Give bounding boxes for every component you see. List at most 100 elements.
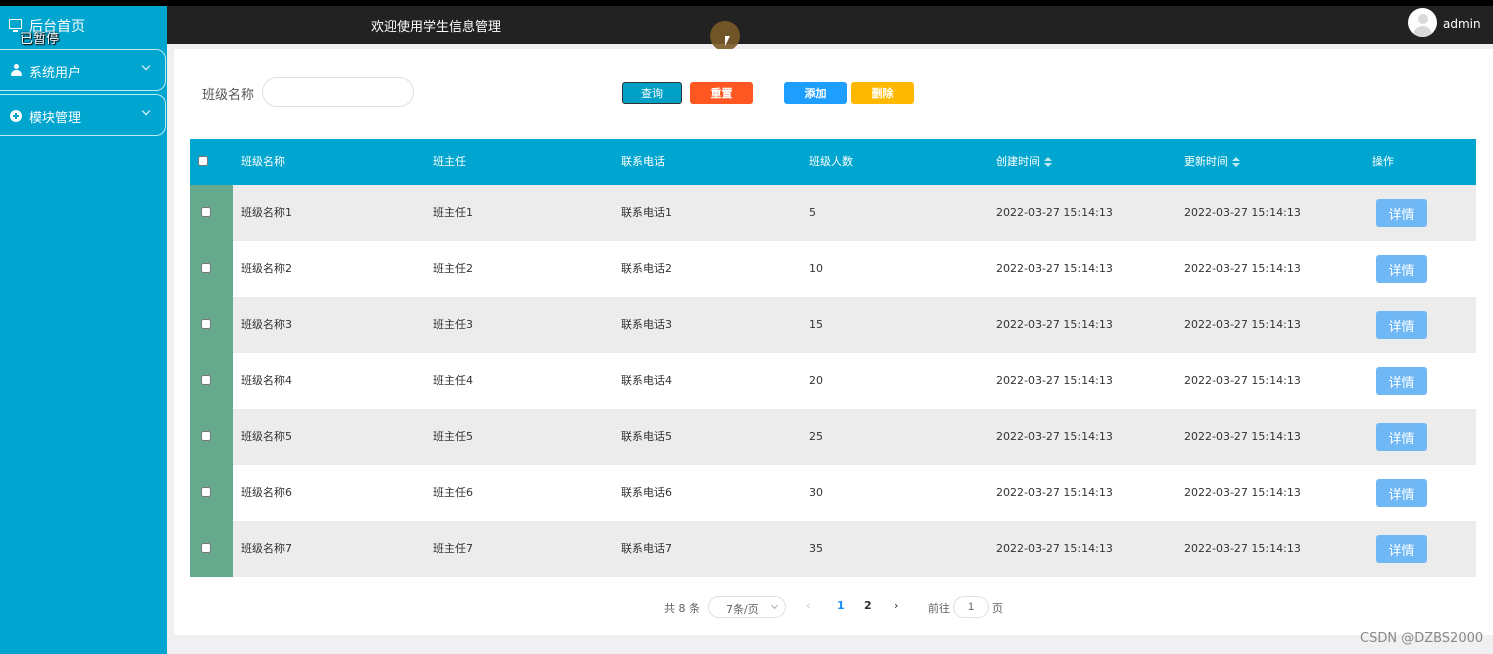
sidebar-item-module-management[interactable]: 模块管理 [0, 94, 166, 136]
table-header: 班级名称 班主任 联系电话 班级人数 创建时间 更新时间 操作 [190, 139, 1476, 185]
column-header-teacher: 班主任 [433, 155, 466, 168]
page-2-button[interactable]: 2 [864, 599, 872, 621]
table-row: 班级名称5 班主任5 联系电话5 25 2022-03-27 15:14:13 … [190, 409, 1476, 465]
detail-button[interactable]: 详情 [1376, 479, 1427, 507]
cell-created: 2022-03-27 15:14:13 [996, 542, 1113, 555]
sort-icon[interactable] [1232, 157, 1240, 167]
cell-created: 2022-03-27 15:14:13 [996, 262, 1113, 275]
row-checkbox[interactable] [201, 375, 211, 385]
row-checkbox[interactable] [201, 263, 211, 273]
sidebar-item-label: 系统用户 [29, 66, 82, 81]
table-row: 班级名称7 班主任7 联系电话7 35 2022-03-27 15:14:13 … [190, 521, 1476, 577]
detail-button[interactable]: 详情 [1376, 367, 1427, 395]
reset-button[interactable]: 重置 [690, 82, 753, 104]
sort-icon[interactable] [1044, 157, 1052, 167]
cell-updated: 2022-03-27 15:14:13 [1184, 262, 1301, 275]
page-1-button[interactable]: 1 [837, 599, 845, 621]
avatar[interactable] [1408, 8, 1437, 37]
search-label: 班级名称 [202, 88, 255, 103]
watermark: CSDN @DZBS2000 [1360, 631, 1484, 646]
cell-count: 15 [809, 318, 823, 331]
table-row: 班级名称3 班主任3 联系电话3 15 2022-03-27 15:14:13 … [190, 297, 1476, 353]
chevron-down-icon [141, 61, 151, 71]
column-header-updated[interactable]: 更新时间 [1184, 139, 1240, 185]
goto-label: 前往 [928, 602, 950, 615]
next-page-button[interactable]: › [894, 599, 898, 621]
mouse-cursor-icon [725, 36, 730, 46]
cell-phone: 联系电话2 [621, 262, 672, 275]
cell-phone: 联系电话4 [621, 374, 672, 387]
cell-updated: 2022-03-27 15:14:13 [1184, 318, 1301, 331]
column-header-created[interactable]: 创建时间 [996, 139, 1052, 185]
cell-teacher: 班主任5 [433, 430, 473, 443]
prev-page-button[interactable]: ‹ [806, 599, 810, 621]
detail-button[interactable]: 详情 [1376, 535, 1427, 563]
cell-updated: 2022-03-27 15:14:13 [1184, 542, 1301, 555]
detail-button[interactable]: 详情 [1376, 199, 1427, 227]
cell-updated: 2022-03-27 15:14:13 [1184, 430, 1301, 443]
cell-created: 2022-03-27 15:14:13 [996, 206, 1113, 219]
goto-page-input[interactable] [953, 596, 989, 618]
cell-updated: 2022-03-27 15:14:13 [1184, 206, 1301, 219]
page-size-value: 7条/页 [726, 603, 759, 616]
sidebar-item-system-users[interactable]: 系统用户 [0, 49, 166, 91]
sidebar: 后台首页 已暂停 系统用户 模块管理 [0, 6, 167, 654]
chevron-down-icon [141, 106, 151, 116]
cell-teacher: 班主任2 [433, 262, 473, 275]
username[interactable]: admin [1443, 17, 1481, 31]
row-checkbox[interactable] [201, 319, 211, 329]
cell-class-name: 班级名称2 [241, 262, 292, 275]
cell-created: 2022-03-27 15:14:13 [996, 318, 1113, 331]
cell-teacher: 班主任4 [433, 374, 473, 387]
chevron-down-icon [770, 601, 779, 610]
row-checkbox[interactable] [201, 207, 211, 217]
cell-teacher: 班主任1 [433, 206, 473, 219]
cell-phone: 联系电话1 [621, 206, 672, 219]
cell-created: 2022-03-27 15:14:13 [996, 430, 1113, 443]
row-checkbox[interactable] [201, 487, 211, 497]
top-header: 欢迎使用学生信息管理 admin [167, 6, 1493, 51]
pagination-total: 共 8 条 [664, 602, 700, 615]
cell-updated: 2022-03-27 15:14:13 [1184, 374, 1301, 387]
column-header-actions: 操作 [1372, 155, 1394, 168]
cell-count: 25 [809, 430, 823, 443]
sidebar-item-label: 模块管理 [29, 111, 82, 126]
table-row: 班级名称6 班主任6 联系电话6 30 2022-03-27 15:14:13 … [190, 465, 1476, 521]
query-button[interactable]: 查询 [622, 82, 682, 104]
cell-phone: 联系电话3 [621, 318, 672, 331]
detail-button[interactable]: 详情 [1376, 311, 1427, 339]
column-header-count: 班级人数 [809, 155, 853, 168]
cell-teacher: 班主任7 [433, 542, 473, 555]
page-suffix-label: 页 [992, 602, 1003, 615]
sidebar-home[interactable]: 后台首页 已暂停 [0, 6, 167, 47]
column-header-phone: 联系电话 [621, 155, 665, 168]
add-button[interactable]: 添加 [784, 82, 847, 104]
cell-phone: 联系电话7 [621, 542, 672, 555]
cell-phone: 联系电话6 [621, 486, 672, 499]
cell-class-name: 班级名称6 [241, 486, 292, 499]
cell-updated: 2022-03-27 15:14:13 [1184, 486, 1301, 499]
row-checkbox[interactable] [201, 431, 211, 441]
page-size-select[interactable]: 7条/页 [708, 596, 786, 618]
detail-button[interactable]: 详情 [1376, 255, 1427, 283]
cell-created: 2022-03-27 15:14:13 [996, 486, 1113, 499]
delete-button[interactable]: 删除 [851, 82, 914, 104]
class-name-search-input[interactable] [262, 77, 414, 107]
select-all-checkbox[interactable] [198, 156, 208, 166]
cell-count: 20 [809, 374, 823, 387]
cell-count: 30 [809, 486, 823, 499]
content-panel: 班级名称 查询 重置 添加 删除 班级名称 班主任 联系电话 班级人数 创建时间… [174, 49, 1493, 635]
user-icon [11, 64, 22, 76]
cell-class-name: 班级名称1 [241, 206, 292, 219]
row-checkbox[interactable] [201, 543, 211, 553]
cell-phone: 联系电话5 [621, 430, 672, 443]
cell-count: 10 [809, 262, 823, 275]
column-header-class-name: 班级名称 [241, 155, 285, 168]
cell-count: 5 [809, 206, 816, 219]
table-row: 班级名称2 班主任2 联系电话2 10 2022-03-27 15:14:13 … [190, 241, 1476, 297]
detail-button[interactable]: 详情 [1376, 423, 1427, 451]
cell-created: 2022-03-27 15:14:13 [996, 374, 1113, 387]
page-title: 欢迎使用学生信息管理 [371, 20, 502, 35]
paused-overlay-label: 已暂停 [20, 32, 60, 47]
cell-count: 35 [809, 542, 823, 555]
